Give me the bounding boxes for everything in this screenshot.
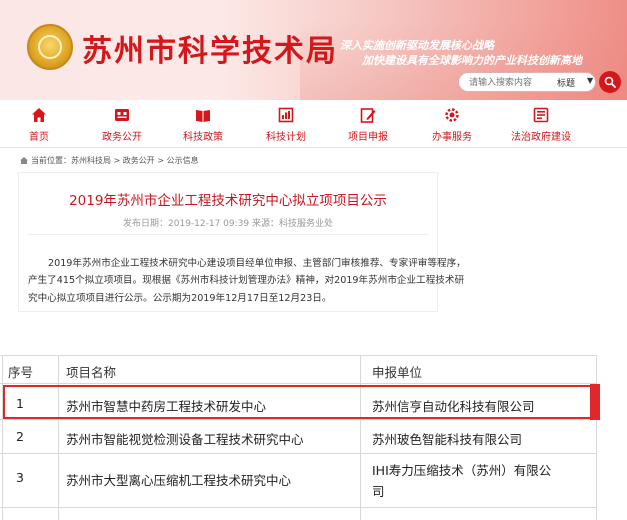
search-button[interactable] xyxy=(599,71,621,93)
nav-item-law[interactable]: 法治政府建设 xyxy=(511,106,571,144)
search-input[interactable] xyxy=(469,75,549,90)
table-cell-name: 苏州市大型离心压缩机工程技术研究中心 xyxy=(66,473,292,488)
home-icon xyxy=(32,108,46,122)
article-paragraph-line: 究中心拟立项项目进行公示。公示期为2019年12月17日至12月23日。 xyxy=(28,293,332,304)
article-paragraph-line: 产生了415个拟立项项目。现根据《苏州市科技计划管理办法》精神，对2019年苏州… xyxy=(28,275,465,286)
search-type-select[interactable]: 标题 xyxy=(557,76,575,89)
table-cell-unit: IHI寿力压缩技术（苏州）有限公 xyxy=(372,463,552,478)
home-icon xyxy=(20,157,28,164)
nav-item-open-affairs[interactable]: 政务公开 xyxy=(97,106,147,144)
site-title[interactable]: 苏州市科学技术局 xyxy=(82,26,338,70)
main-nav: 首页 政务公开 科技政策 科技计划 项目申报 办事服务 法治政府建设 xyxy=(0,100,627,148)
nav-item-label: 科技计划 xyxy=(266,132,306,143)
nav-item-label: 法治政府建设 xyxy=(511,132,571,143)
search-icon xyxy=(604,76,616,88)
table-cell-no: 2 xyxy=(16,429,24,444)
nav-item-label: 首页 xyxy=(29,132,49,143)
article-title: 2019年苏州市企业工程技术研究中心拟立项项目公示 xyxy=(69,193,387,209)
highlight-marker xyxy=(590,384,600,420)
nav-item-label: 项目申报 xyxy=(348,132,388,143)
breadcrumb: 当前位置：苏州科技局 > 政务公开 > 公示信息 xyxy=(20,155,199,166)
policy-book-icon xyxy=(196,110,210,122)
table-cell-no: 3 xyxy=(16,470,24,485)
table-cell-unit-cont: 司 xyxy=(372,484,385,499)
nav-item-home[interactable]: 首页 xyxy=(22,106,56,144)
breadcrumb-text[interactable]: 当前位置：苏州科技局 > 政务公开 > 公示信息 xyxy=(31,156,199,165)
slogan-line-2: 加快建设具有全球影响力的产业科技创新高地 xyxy=(362,54,582,67)
search-box: 标题 ▼ xyxy=(458,72,596,92)
row-highlight-box xyxy=(3,385,599,419)
nav-item-label: 政务公开 xyxy=(102,132,142,143)
article-divider xyxy=(28,234,428,235)
slogan-line-1: 深入实施创新驱动发展核心战略 xyxy=(340,39,494,52)
nav-item-label: 办事服务 xyxy=(432,132,472,143)
nav-item-policy[interactable]: 科技政策 xyxy=(181,106,225,144)
edit-icon xyxy=(360,108,376,123)
law-scale-icon xyxy=(533,107,549,123)
emblem-icon[interactable] xyxy=(27,24,73,70)
plan-chart-icon xyxy=(278,107,294,123)
project-table: 序号 项目名称 申报单位 1 苏州市智慧中药房工程技术研发中心 苏州信亨自动化科… xyxy=(0,355,627,520)
nav-item-project-apply[interactable]: 项目申报 xyxy=(346,106,390,144)
nav-item-plan[interactable]: 科技计划 xyxy=(264,106,308,144)
table-header-name: 项目名称 xyxy=(66,365,117,380)
article-paragraph-line: 2019年苏州市企业工程技术研究中心建设项目经单位申报、主管部门审核推荐、专家评… xyxy=(48,258,466,269)
table-header-no: 序号 xyxy=(8,365,34,380)
article-meta: 发布日期：2019-12-17 09:39 来源：科技服务业处 xyxy=(123,219,333,229)
service-gear-icon xyxy=(445,108,459,122)
nav-item-service[interactable]: 办事服务 xyxy=(430,106,474,144)
table-cell-name: 苏州市智能视觉检测设备工程技术研究中心 xyxy=(66,432,304,447)
nav-item-label: 科技政策 xyxy=(183,132,223,143)
open-affairs-icon xyxy=(115,109,129,121)
chevron-down-icon[interactable]: ▼ xyxy=(587,76,593,85)
table-header-unit: 申报单位 xyxy=(372,365,423,380)
table-cell-unit: 苏州玻色智能科技有限公司 xyxy=(372,432,523,447)
site-header: 苏州市科学技术局 深入实施创新驱动发展核心战略 加快建设具有全球影响力的产业科技… xyxy=(0,0,627,100)
